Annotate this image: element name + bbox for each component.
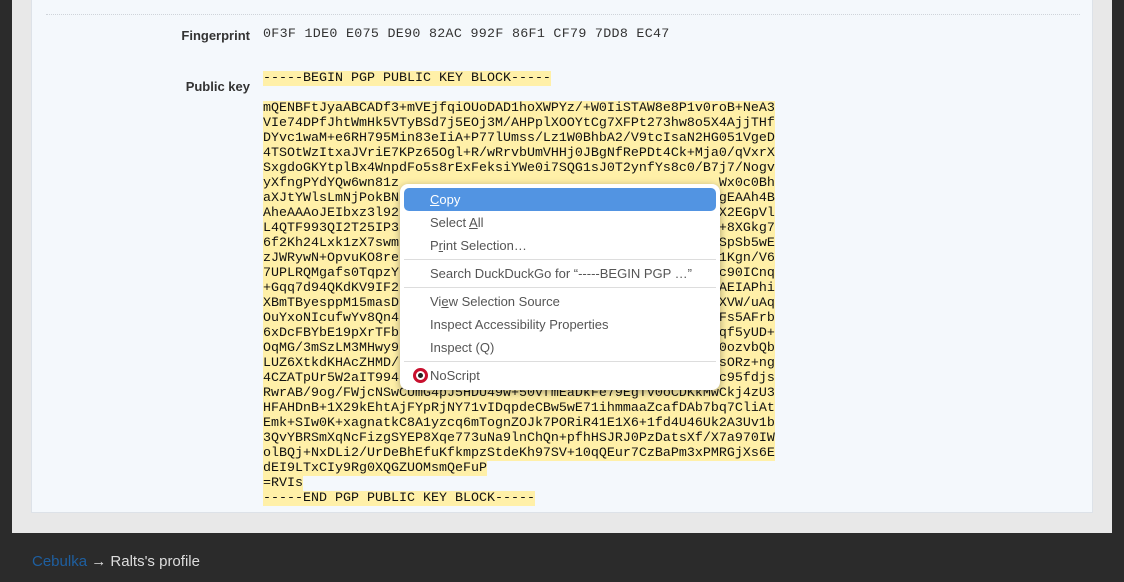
menu-item-copy[interactable]: Copy	[404, 188, 716, 211]
breadcrumb: Cebulka → Ralts's profile	[32, 553, 200, 570]
key-line-text: SxgdoGKYtplBx4WnpdFo5s8rExFeksiYWe0i7SQG…	[263, 161, 775, 176]
key-line-text: HFAHDnB+1X29kEhtAjFYpRjNY71vIDqpdeCBw5wE…	[263, 401, 775, 416]
key-line-text: DYvc1waM+e6RH795Min83eIiA+P77lUmss/Lz1W0…	[263, 131, 775, 146]
fingerprint-label: Fingerprint	[181, 28, 250, 43]
key-line-text: olBQj+NxDLi2/UrDeBhEfuKfkmpzStdeKh97SV+1…	[263, 446, 775, 461]
key-line-text: 3QvYBRSmXqNcFizgSYEP8Xqe773uNa9lnChQn+pf…	[263, 431, 775, 446]
menu-item-inspect[interactable]: Inspect (Q)	[404, 336, 716, 359]
key-line-text: =RVIs	[263, 476, 303, 491]
key-line-text: dEI9LTxCIy9Rg0XQGZUOMsmQeFuP	[263, 461, 487, 476]
key-line-text: -----END PGP PUBLIC KEY BLOCK-----	[263, 491, 535, 506]
key-line: mQENBFtJyaABCADf3+mVEjfqiOUoDAD1hoXWPYz/…	[263, 101, 775, 116]
key-line: -----END PGP PUBLIC KEY BLOCK-----	[263, 491, 775, 506]
key-line: 3QvYBRSmXqNcFizgSYEP8Xqe773uNa9lnChQn+pf…	[263, 431, 775, 446]
menu-item-select-all[interactable]: Select All	[404, 211, 716, 234]
menu-item-inspect-accessibility[interactable]: Inspect Accessibility Properties	[404, 313, 716, 336]
key-line: 4TSOtWzItxaJVriE7KPz65Ogl+R/wRrvbUmVHHj0…	[263, 146, 775, 161]
noscript-label: NoScript	[430, 368, 480, 383]
key-line: HFAHDnB+1X29kEhtAjFYpRjNY71vIDqpdeCBw5wE…	[263, 401, 775, 416]
menu-separator	[404, 361, 716, 362]
menu-item-print-selection[interactable]: Print Selection…	[404, 234, 716, 257]
key-line: =RVIs	[263, 476, 775, 491]
public-key-label: Public key	[185, 79, 250, 94]
key-line: olBQj+NxDLi2/UrDeBhEfuKfkmpzStdeKh97SV+1…	[263, 446, 775, 461]
site-link[interactable]: Cebulka	[32, 553, 87, 570]
key-blank-line	[263, 86, 775, 101]
key-line-text: 4TSOtWzItxaJVriE7KPz65Ogl+R/wRrvbUmVHHj0…	[263, 146, 775, 161]
key-line: SxgdoGKYtplBx4WnpdFo5s8rExFeksiYWe0i7SQG…	[263, 161, 775, 176]
key-begin: -----BEGIN PGP PUBLIC KEY BLOCK-----	[263, 71, 551, 86]
key-line: dEI9LTxCIy9Rg0XQGZUOMsmQeFuP	[263, 461, 775, 476]
key-line-text: Emk+SIw0K+xagnatkC8A1yzcq6mTognZOJk7PORi…	[263, 416, 775, 431]
divider	[46, 14, 1080, 15]
key-line: VIe74DPfJhtWmHk5VTyBSd7j5EOj3M/AHPplXOOY…	[263, 116, 775, 131]
key-line-text: mQENBFtJyaABCADf3+mVEjfqiOUoDAD1hoXWPYz/…	[263, 101, 775, 116]
menu-separator	[404, 259, 716, 260]
breadcrumb-arrow: →	[91, 553, 107, 570]
menu-item-search[interactable]: Search DuckDuckGo for “-----BEGIN PGP …”	[404, 262, 716, 285]
menu-item-noscript[interactable]: NoScript	[404, 364, 716, 387]
breadcrumb-current: Ralts's profile	[110, 553, 200, 570]
key-line: Emk+SIw0K+xagnatkC8A1yzcq6mTognZOJk7PORi…	[263, 416, 775, 431]
menu-separator	[404, 287, 716, 288]
key-line-text: VIe74DPfJhtWmHk5VTyBSd7j5EOj3M/AHPplXOOY…	[263, 116, 775, 131]
menu-item-view-source[interactable]: View Selection Source	[404, 290, 716, 313]
noscript-icon	[413, 368, 428, 383]
key-line: DYvc1waM+e6RH795Min83eIiA+P77lUmss/Lz1W0…	[263, 131, 775, 146]
fingerprint-value[interactable]: 0F3F 1DE0 E075 DE90 82AC 992F 86F1 CF79 …	[263, 27, 670, 42]
context-menu: Copy Select All Print Selection… Search …	[400, 184, 720, 390]
